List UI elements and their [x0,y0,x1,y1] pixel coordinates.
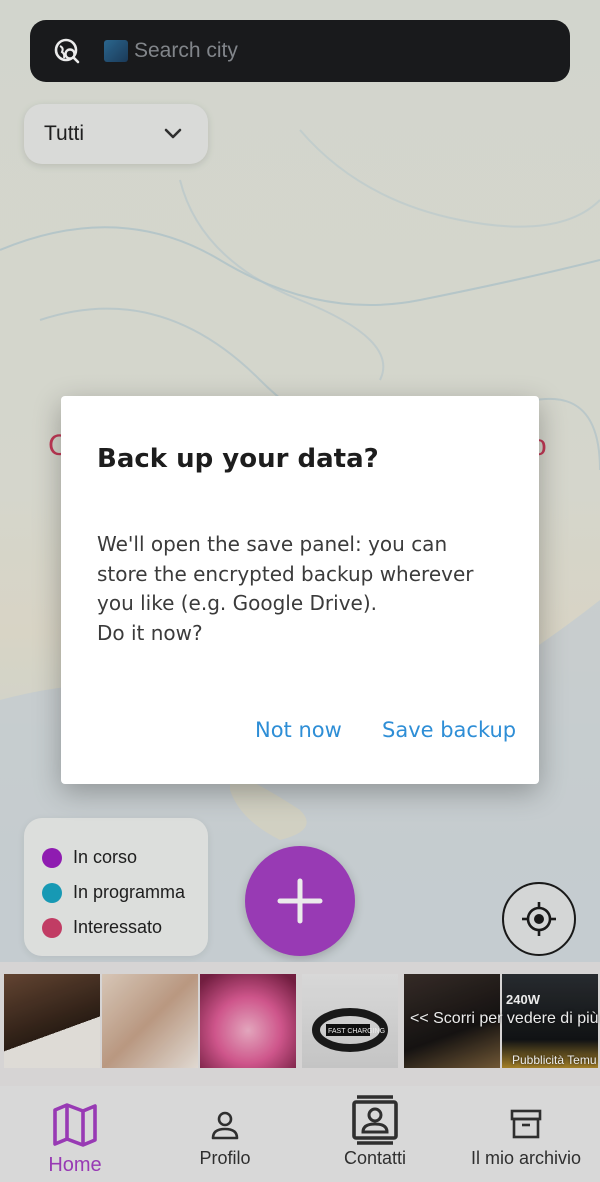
dialog-message-line: Do it now? [97,620,203,645]
save-backup-button[interactable]: Save backup [382,718,516,742]
backup-dialog: Back up your data? We'll open the save p… [61,396,539,784]
not-now-button[interactable]: Not now [255,718,342,742]
dialog-message-line: store the encrypted backup wherever [97,561,474,586]
dialog-message: We'll open the save panel: you can store… [97,530,527,648]
dialog-message-line: you like (e.g. Google Drive). [97,591,377,615]
dialog-message-line: We'll open the save panel: you can [97,532,448,556]
dialog-title: Back up your data? [97,444,379,474]
